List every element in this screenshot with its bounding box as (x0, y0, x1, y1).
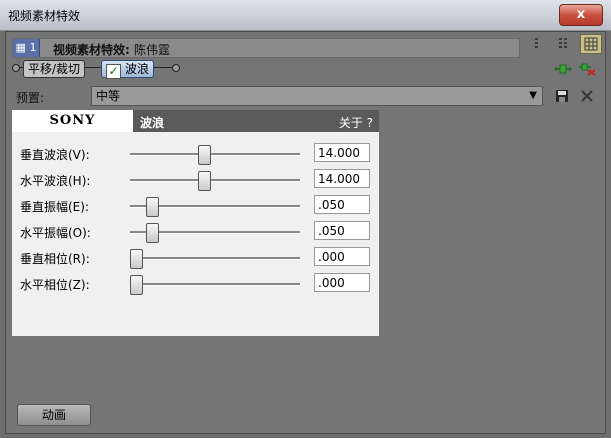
plugin-chain-icon[interactable] (554, 62, 572, 76)
slider-track (130, 257, 300, 260)
list-view-icon[interactable] (530, 36, 544, 50)
horizontal-amplitude-slider[interactable] (130, 220, 300, 244)
slider-track (130, 153, 300, 156)
checkbox-checked-icon[interactable]: ✓ (106, 64, 121, 79)
param-row-horizontal-wave: 水平波浪(H): 14.000 (12, 168, 379, 192)
remove-plugin-icon[interactable] (578, 62, 596, 76)
effect-chain: 平移/裁切 ✓ 波浪 (12, 60, 518, 79)
param-row-vertical-amplitude: 垂直振幅(E): .050 (12, 194, 379, 218)
slider-thumb[interactable] (198, 145, 211, 165)
vertical-amplitude-input[interactable]: .050 (314, 195, 370, 214)
param-row-vertical-wave: 垂直波浪(V): 14.000 (12, 142, 379, 166)
horizontal-phase-slider[interactable] (130, 272, 300, 296)
param-label: 水平波浪(H): (20, 174, 91, 188)
title-bar: 视频素材特效 x (0, 0, 611, 31)
preset-value: 中等 (96, 89, 121, 103)
horizontal-wave-slider[interactable] (130, 168, 300, 192)
chain-item-wave[interactable]: ✓ 波浪 (101, 60, 155, 79)
sony-logo: SONY (12, 110, 133, 132)
vertical-amplitude-slider[interactable] (130, 194, 300, 218)
preset-label: 预置: (16, 91, 45, 105)
slider-thumb[interactable] (146, 223, 159, 243)
horizontal-wave-input[interactable]: 14.000 (314, 169, 370, 188)
chain-start-node (12, 64, 20, 72)
close-button[interactable]: x (559, 4, 603, 26)
effects-window: ▦ 1 视频素材特效: 陈伟霆 平移/裁切 ✓ 波浪 预置: 中等 ▼ SONY… (5, 31, 606, 434)
slider-thumb[interactable] (146, 197, 159, 217)
save-preset-icon[interactable] (554, 88, 570, 104)
film-icon: ▦ (15, 41, 26, 54)
chain-title: 视频素材特效: 陈伟霆 (53, 41, 170, 58)
about-link[interactable]: 关于 ? (339, 114, 373, 131)
slider-thumb[interactable] (130, 249, 143, 269)
param-label: 垂直振幅(E): (20, 200, 89, 214)
param-label: 垂直相位(R): (20, 252, 90, 266)
chain-index-badge[interactable]: ▦ 1 (13, 39, 40, 57)
animate-button[interactable]: 动画 (17, 404, 91, 426)
param-label: 水平振幅(O): (20, 226, 91, 240)
slider-thumb[interactable] (198, 171, 211, 191)
param-label: 水平相位(Z): (20, 278, 90, 292)
horizontal-phase-input[interactable]: .000 (314, 273, 370, 292)
effect-parameters-panel: SONY 波浪 关于 ? 垂直波浪(V): 14.000 水平波浪(H): 14… (12, 110, 379, 336)
vertical-wave-input[interactable]: 14.000 (314, 143, 370, 162)
delete-preset-icon[interactable] (579, 88, 595, 104)
chain-end-node (172, 64, 180, 72)
vertical-phase-input[interactable]: .000 (314, 247, 370, 266)
param-row-horizontal-phase: 水平相位(Z): .000 (12, 272, 379, 296)
slider-track (130, 179, 300, 182)
chain-number: 1 (29, 41, 37, 54)
media-name: 陈伟霆 (134, 43, 171, 57)
vertical-wave-slider[interactable] (130, 142, 300, 166)
panel-header: SONY 波浪 关于 ? (12, 110, 379, 132)
chain-item-label: 平移/裁切 (28, 62, 81, 76)
chain-title-label: 视频素材特效: (53, 43, 130, 57)
param-row-vertical-phase: 垂直相位(R): .000 (12, 246, 379, 270)
param-label: 垂直波浪(V): (20, 148, 90, 162)
window-title: 视频素材特效 (8, 9, 81, 23)
chain-item-pan-crop[interactable]: 平移/裁切 (23, 60, 86, 78)
slider-track (130, 283, 300, 286)
chain-item-label: 波浪 (125, 62, 150, 76)
preset-dropdown[interactable]: 中等 ▼ (91, 86, 543, 106)
param-row-horizontal-amplitude: 水平振幅(O): .050 (12, 220, 379, 244)
chain-header: ▦ 1 视频素材特效: 陈伟霆 (12, 38, 520, 58)
slider-thumb[interactable] (130, 275, 143, 295)
vertical-phase-slider[interactable] (130, 246, 300, 270)
expanded-view-icon[interactable] (580, 34, 602, 54)
compact-view-icon[interactable] (556, 36, 570, 50)
horizontal-amplitude-input[interactable]: .050 (314, 221, 370, 240)
chevron-down-icon[interactable]: ▼ (529, 87, 537, 105)
effect-name: 波浪 (140, 116, 165, 130)
